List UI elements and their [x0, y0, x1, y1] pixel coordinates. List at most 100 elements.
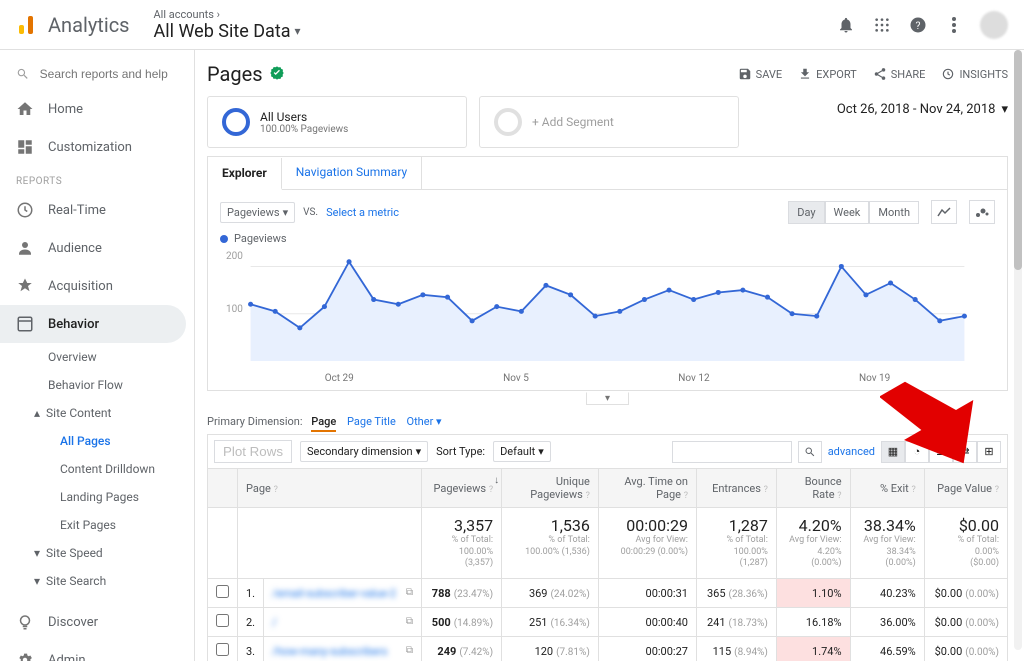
- product-name: Analytics: [48, 13, 130, 37]
- sort-type[interactable]: Default ▾: [493, 441, 551, 462]
- chart-expand-handle[interactable]: ▾: [207, 390, 1008, 405]
- viz-pivot[interactable]: ⊞: [977, 441, 1001, 463]
- sidebar-item-label: Behavior: [48, 317, 99, 332]
- bulb-icon: [16, 613, 34, 631]
- page-path-cell[interactable]: /how-many-subscribers⧉: [264, 637, 422, 661]
- row-checkbox[interactable]: [216, 614, 229, 627]
- viz-table[interactable]: ▦: [881, 441, 905, 463]
- external-link-icon[interactable]: ⧉: [406, 645, 413, 656]
- table-row: 3. /how-many-subscribers⧉ 249(7.42%) 120…: [208, 637, 1008, 661]
- sidebar-sub-site-search[interactable]: ▾Site Search: [0, 567, 194, 595]
- date-range-picker[interactable]: Oct 26, 2018 - Nov 24, 2018▾: [837, 96, 1008, 117]
- secondary-dimension[interactable]: Secondary dimension ▾: [300, 441, 428, 462]
- chart-motion-toggle[interactable]: [969, 200, 995, 224]
- search-reports[interactable]: [0, 58, 194, 90]
- sidebar-sub-exit[interactable]: Exit Pages: [0, 511, 194, 539]
- table-header-row: Page ? Pageviews ? Unique Pageviews ? Av…: [208, 469, 1008, 508]
- chart-line-toggle[interactable]: [931, 200, 957, 224]
- sidebar-sub-site-content[interactable]: ▴Site Content: [0, 399, 194, 427]
- tab-explorer[interactable]: Explorer: [208, 158, 282, 190]
- period-week[interactable]: Week: [825, 201, 870, 224]
- gear-icon: [16, 651, 34, 661]
- select-metric-link[interactable]: Select a metric: [326, 206, 399, 219]
- dimension-page[interactable]: Page: [311, 415, 336, 432]
- table-search-button[interactable]: [798, 441, 822, 463]
- sidebar-item-realtime[interactable]: Real-Time: [0, 191, 186, 229]
- sidebar-sub-landing[interactable]: Landing Pages: [0, 483, 194, 511]
- sidebar-item-label: Acquisition: [48, 279, 113, 294]
- tab-navigation-summary[interactable]: Navigation Summary: [282, 157, 422, 189]
- viz-compare[interactable]: ⇄: [953, 441, 977, 463]
- insights-icon: [941, 67, 955, 81]
- viz-pie[interactable]: ◔: [905, 441, 929, 463]
- save-button[interactable]: SAVE: [738, 67, 783, 81]
- account-picker[interactable]: All accounts › All Web Site Data ▾: [154, 8, 301, 42]
- section-label-reports: REPORTS: [0, 166, 194, 191]
- row-checkbox[interactable]: [216, 585, 229, 598]
- acquisition-icon: [16, 277, 34, 295]
- search-input[interactable]: [40, 67, 178, 81]
- sidebar-item-customization[interactable]: Customization: [0, 128, 186, 166]
- report-tabs: Explorer Navigation Summary: [207, 156, 1008, 189]
- chevron-down-icon: ▾: [295, 24, 301, 38]
- sidebar-item-label: Home: [48, 102, 83, 117]
- dimension-page-title[interactable]: Page Title: [347, 415, 396, 428]
- sidebar-item-home[interactable]: Home: [0, 90, 186, 128]
- metric-selector[interactable]: Pageviews▾: [220, 202, 295, 223]
- avatar[interactable]: [980, 11, 1008, 39]
- viz-bar[interactable]: ☰: [929, 441, 953, 463]
- apps-icon[interactable]: [872, 15, 892, 35]
- verified-icon: [269, 62, 285, 86]
- app-header: Analytics All accounts › All Web Site Da…: [0, 0, 1024, 50]
- product-logo[interactable]: Analytics: [16, 13, 130, 37]
- col-value[interactable]: Page Value ?: [924, 469, 1007, 508]
- sidebar-sub-overview[interactable]: Overview: [0, 343, 194, 371]
- col-pageviews[interactable]: Pageviews ?: [421, 469, 501, 508]
- dashboard-icon: [16, 138, 34, 156]
- home-icon: [16, 100, 34, 118]
- sidebar-item-label: Audience: [48, 241, 102, 256]
- breadcrumb: All accounts ›: [154, 8, 301, 21]
- notifications-icon[interactable]: [836, 15, 856, 35]
- col-bounce[interactable]: Bounce Rate ?: [776, 469, 850, 508]
- advanced-link[interactable]: advanced: [828, 445, 875, 458]
- sidebar-sub-drilldown[interactable]: Content Drilldown: [0, 455, 194, 483]
- row-checkbox[interactable]: [216, 643, 229, 656]
- segment-all-users[interactable]: All Users100.00% Pageviews: [207, 96, 467, 148]
- plot-rows-button[interactable]: Plot Rows: [214, 440, 292, 463]
- add-segment[interactable]: + Add Segment: [479, 96, 739, 148]
- insights-button[interactable]: INSIGHTS: [941, 67, 1008, 81]
- sidebar-item-acquisition[interactable]: Acquisition: [0, 267, 186, 305]
- col-exit[interactable]: % Exit ?: [850, 469, 924, 508]
- period-month[interactable]: Month: [869, 201, 919, 224]
- more-icon[interactable]: [944, 15, 964, 35]
- table-search-input[interactable]: [672, 441, 792, 463]
- share-button[interactable]: SHARE: [873, 67, 926, 81]
- sidebar-sub-flow[interactable]: Behavior Flow: [0, 371, 194, 399]
- external-link-icon[interactable]: ⧉: [406, 587, 413, 598]
- sidebar-item-admin[interactable]: Admin: [0, 641, 186, 661]
- primary-dimension-row: Primary Dimension: Page Page Title Other…: [207, 415, 1008, 428]
- page-path-cell[interactable]: /⧉: [264, 608, 422, 637]
- col-page[interactable]: Page ?: [238, 469, 422, 508]
- sidebar-sub-site-speed[interactable]: ▾Site Speed: [0, 539, 194, 567]
- col-avgtime[interactable]: Avg. Time on Page ?: [598, 469, 696, 508]
- svg-text:?: ?: [916, 18, 921, 31]
- external-link-icon[interactable]: ⧉: [406, 616, 413, 627]
- sidebar-item-audience[interactable]: Audience: [0, 229, 186, 267]
- sidebar-sub-all-pages[interactable]: All Pages: [0, 427, 194, 455]
- page-path-cell[interactable]: /email-subscriber-value-2⧉: [264, 579, 422, 608]
- analytics-logo-icon: [16, 13, 40, 37]
- view-name: All Web Site Data: [154, 21, 291, 42]
- period-day[interactable]: Day: [788, 201, 824, 224]
- line-chart: 200 100: [220, 249, 995, 369]
- col-entrances[interactable]: Entrances ?: [696, 469, 776, 508]
- help-icon[interactable]: ?: [908, 15, 928, 35]
- export-button[interactable]: EXPORT: [798, 67, 857, 81]
- main-content: Pages SAVE EXPORT SHARE INSIGHTS All Use…: [195, 50, 1024, 661]
- sidebar-item-discover[interactable]: Discover: [0, 603, 186, 641]
- sidebar-item-behavior[interactable]: Behavior: [0, 305, 186, 343]
- dimension-other[interactable]: Other ▾: [407, 415, 442, 428]
- col-unique[interactable]: Unique Pageviews ?: [502, 469, 599, 508]
- search-icon: [16, 66, 30, 82]
